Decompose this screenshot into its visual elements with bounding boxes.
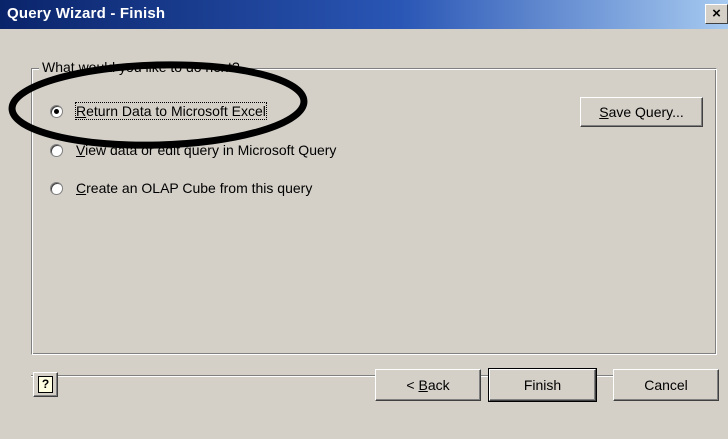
window-title: Query Wizard - Finish: [7, 5, 166, 22]
option-return-data[interactable]: Return Data to Microsoft Excel: [50, 100, 267, 122]
cancel-button[interactable]: Cancel: [613, 369, 719, 401]
group-legend: What would you like to do next?: [39, 57, 243, 77]
option-view-data[interactable]: View data or edit query in Microsoft Que…: [50, 139, 336, 161]
radio-create-olap[interactable]: [50, 181, 63, 195]
help-icon: ?: [38, 376, 53, 393]
option-create-olap[interactable]: Create an OLAP Cube from this query: [50, 177, 312, 199]
finish-button[interactable]: Finish: [488, 368, 597, 402]
radio-return-data[interactable]: [50, 104, 63, 118]
title-bar: Query Wizard - Finish: [0, 0, 728, 29]
save-query-button[interactable]: Save Query...: [580, 97, 703, 127]
back-button[interactable]: < Back: [375, 369, 481, 401]
option-view-data-label[interactable]: View data or edit query in Microsoft Que…: [76, 142, 336, 158]
close-button[interactable]: ×: [705, 4, 728, 24]
help-button[interactable]: ?: [33, 372, 58, 397]
option-create-olap-label[interactable]: Create an OLAP Cube from this query: [76, 180, 312, 196]
close-icon: ×: [712, 5, 721, 22]
query-wizard-dialog: Query Wizard - Finish × What would you l…: [0, 0, 728, 439]
option-return-data-label[interactable]: Return Data to Microsoft Excel: [75, 102, 267, 120]
radio-view-data[interactable]: [50, 143, 63, 157]
